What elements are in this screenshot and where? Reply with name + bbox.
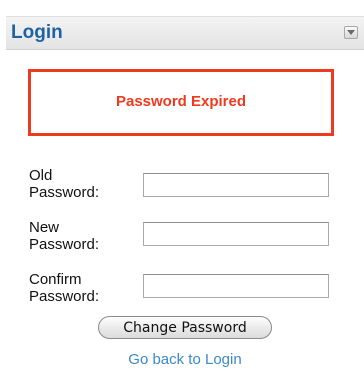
- collapse-button[interactable]: [344, 26, 358, 39]
- login-panel-header: Login: [6, 16, 364, 50]
- back-to-login-link[interactable]: Go back to Login: [0, 351, 364, 368]
- new-password-label: New Password:: [29, 219, 100, 253]
- old-password-field[interactable]: [143, 173, 329, 197]
- alert-message: Password Expired: [115, 93, 247, 110]
- new-password-field[interactable]: [143, 222, 329, 246]
- confirm-password-label: Confirm Password:: [29, 271, 100, 305]
- old-password-label: Old Password:: [29, 167, 100, 201]
- confirm-password-field[interactable]: [143, 274, 329, 298]
- password-expired-alert: Password Expired: [28, 69, 334, 136]
- panel-title: Login: [11, 22, 63, 43]
- change-password-button[interactable]: Change Password: [98, 316, 272, 339]
- chevron-down-icon: [347, 30, 355, 35]
